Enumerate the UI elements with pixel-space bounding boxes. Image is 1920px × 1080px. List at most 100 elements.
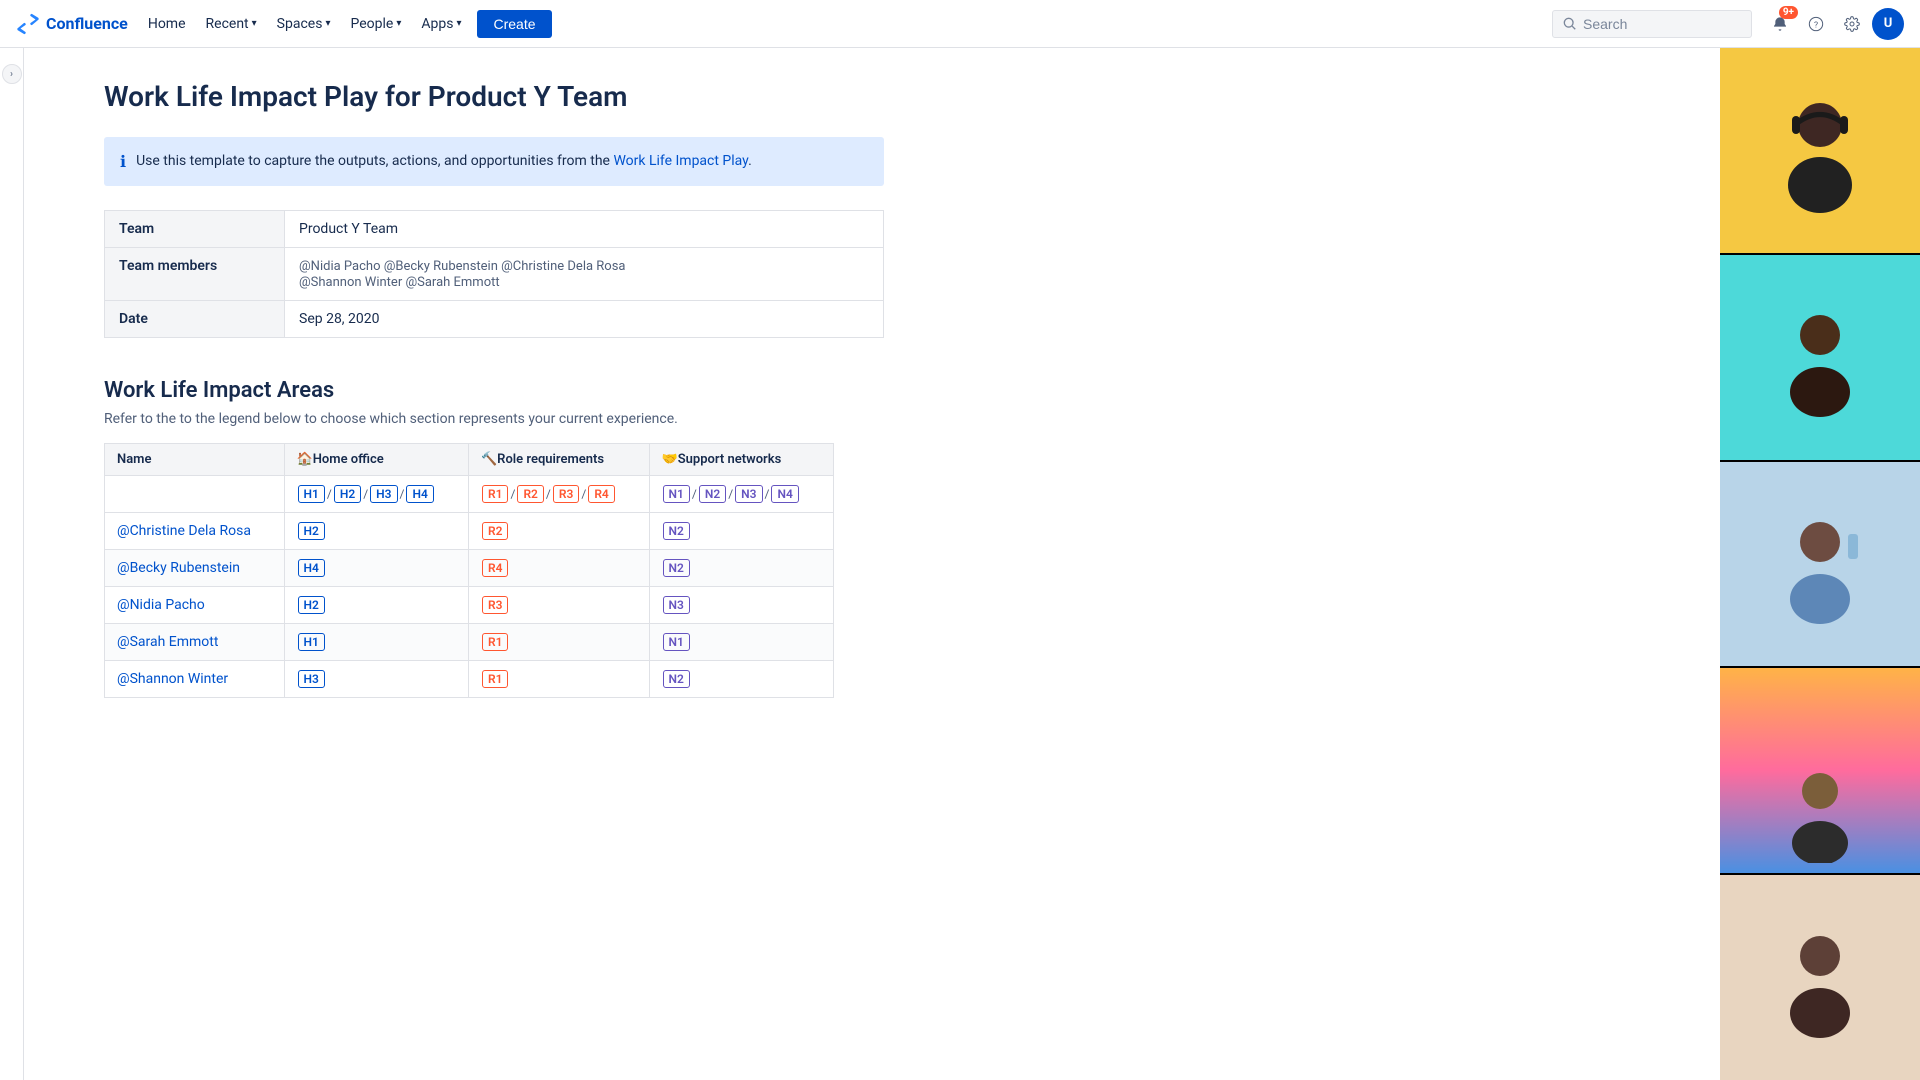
row-h: H3 bbox=[284, 661, 468, 698]
col-role: 🔨Role requirements bbox=[469, 444, 650, 476]
col-home: 🏠Home office bbox=[284, 444, 468, 476]
col-support: 🤝Support networks bbox=[649, 444, 833, 476]
chevron-down-icon: ▾ bbox=[325, 18, 330, 29]
meta-label-team: Team bbox=[105, 211, 285, 248]
person-4-figure bbox=[1760, 763, 1880, 863]
main-layout: › Work Life Impact Play for Product Y Te… bbox=[0, 48, 1920, 1080]
r-level-tag: R3 bbox=[553, 485, 579, 503]
info-icon: ℹ bbox=[120, 152, 126, 172]
impact-table: Name 🏠Home office 🔨Role requirements 🤝Su… bbox=[104, 443, 834, 698]
person-1-figure bbox=[1750, 80, 1890, 220]
r-levels: R1/R2/R3/R4 bbox=[469, 476, 650, 513]
impact-section-desc: Refer to the to the legend below to choo… bbox=[104, 411, 1640, 427]
r-level-tag: R4 bbox=[588, 485, 614, 503]
nav-apps[interactable]: Apps ▾ bbox=[413, 12, 469, 36]
table-row: @Shannon Winter H3 R1 N2 bbox=[105, 661, 834, 698]
meta-value-team: Product Y Team bbox=[285, 211, 884, 248]
row-h: H4 bbox=[284, 550, 468, 587]
help-button[interactable]: ? bbox=[1800, 8, 1832, 40]
page-title: Work Life Impact Play for Product Y Team bbox=[104, 80, 1640, 113]
h-level-tag: H3 bbox=[370, 485, 397, 503]
chevron-down-icon: ▾ bbox=[396, 18, 401, 29]
row-n: N3 bbox=[649, 587, 833, 624]
table-row: @Sarah Emmott H1 R1 N1 bbox=[105, 624, 834, 661]
search-input[interactable] bbox=[1583, 16, 1723, 32]
video-tile-4 bbox=[1720, 668, 1920, 875]
table-header-row: Name 🏠Home office 🔨Role requirements 🤝Su… bbox=[105, 444, 834, 476]
row-r: R4 bbox=[469, 550, 650, 587]
table-levels-row: H1/H2/H3/H4 R1/R2/R3/R4 N1/N2/N3/N4 bbox=[105, 476, 834, 513]
h-level-tag: H1 bbox=[298, 485, 325, 503]
row-name: @Nidia Pacho bbox=[105, 587, 285, 624]
nav-spaces[interactable]: Spaces ▾ bbox=[269, 12, 339, 36]
topnav-icons: 9+ ? U bbox=[1764, 8, 1904, 40]
video-panel bbox=[1720, 48, 1920, 1080]
h-level-tag: H2 bbox=[334, 485, 361, 503]
table-row: @Nidia Pacho H2 R3 N3 bbox=[105, 587, 834, 624]
r-level-tag: R1 bbox=[482, 485, 508, 503]
notification-count: 9+ bbox=[1779, 6, 1798, 19]
row-name: @Sarah Emmott bbox=[105, 624, 285, 661]
meta-label-date: Date bbox=[105, 301, 285, 338]
video-tile-3 bbox=[1720, 462, 1920, 669]
metadata-table: Team Product Y Team Team members @Nidia … bbox=[104, 210, 884, 338]
n-level-tag: N1 bbox=[663, 485, 690, 503]
impact-section-heading: Work Life Impact Areas bbox=[104, 378, 1640, 403]
row-h: H2 bbox=[284, 513, 468, 550]
meta-label-members: Team members bbox=[105, 248, 285, 301]
table-row: @Becky Rubenstein H4 R4 N2 bbox=[105, 550, 834, 587]
nav-home[interactable]: Home bbox=[140, 12, 194, 36]
person-2-figure bbox=[1760, 297, 1880, 417]
table-row: @Christine Dela Rosa H2 R2 N2 bbox=[105, 513, 834, 550]
row-h: H2 bbox=[284, 587, 468, 624]
row-r: R1 bbox=[469, 661, 650, 698]
user-avatar[interactable]: U bbox=[1872, 8, 1904, 40]
row-n: N2 bbox=[649, 550, 833, 587]
svg-text:?: ? bbox=[1814, 20, 1818, 30]
logo-text: Confluence bbox=[46, 14, 128, 33]
video-tile-5 bbox=[1720, 875, 1920, 1080]
gear-icon bbox=[1844, 16, 1860, 32]
col-name: Name bbox=[105, 444, 285, 476]
create-button[interactable]: Create bbox=[477, 10, 551, 38]
row-r: R3 bbox=[469, 587, 650, 624]
chevron-down-icon: ▾ bbox=[456, 18, 461, 29]
row-n: N1 bbox=[649, 624, 833, 661]
nav-recent[interactable]: Recent ▾ bbox=[198, 12, 265, 36]
meta-row-date: Date Sep 28, 2020 bbox=[105, 301, 884, 338]
notifications-button[interactable]: 9+ bbox=[1764, 8, 1796, 40]
info-text: Use this template to capture the outputs… bbox=[136, 151, 752, 172]
n-levels: N1/N2/N3/N4 bbox=[649, 476, 833, 513]
topnav: Confluence Home Recent ▾ Spaces ▾ People… bbox=[0, 0, 1920, 48]
info-box: ℹ Use this template to capture the outpu… bbox=[104, 137, 884, 186]
help-icon: ? bbox=[1808, 16, 1824, 32]
h-level-tag: H4 bbox=[406, 485, 433, 503]
search-bar[interactable] bbox=[1552, 10, 1752, 38]
row-name: @Becky Rubenstein bbox=[105, 550, 285, 587]
confluence-logo[interactable]: Confluence bbox=[16, 12, 128, 36]
person-3-figure bbox=[1760, 504, 1880, 624]
r-level-tag: R2 bbox=[517, 485, 543, 503]
content-area: Work Life Impact Play for Product Y Team… bbox=[24, 48, 1720, 1080]
row-name: @Shannon Winter bbox=[105, 661, 285, 698]
meta-row-team: Team Product Y Team bbox=[105, 211, 884, 248]
sidebar-toggle[interactable]: › bbox=[0, 48, 24, 1080]
row-r: R1 bbox=[469, 624, 650, 661]
person-5-figure bbox=[1760, 918, 1880, 1038]
sidebar-expand-button[interactable]: › bbox=[2, 64, 22, 84]
nav-people[interactable]: People ▾ bbox=[342, 12, 409, 36]
n-level-tag: N4 bbox=[771, 485, 798, 503]
row-h: H1 bbox=[284, 624, 468, 661]
settings-button[interactable] bbox=[1836, 8, 1868, 40]
video-tile-2 bbox=[1720, 255, 1920, 462]
n-level-tag: N2 bbox=[699, 485, 726, 503]
info-link[interactable]: Work Life Impact Play bbox=[613, 153, 748, 169]
n-level-tag: N3 bbox=[735, 485, 762, 503]
row-name: @Christine Dela Rosa bbox=[105, 513, 285, 550]
meta-value-date: Sep 28, 2020 bbox=[285, 301, 884, 338]
row-r: R2 bbox=[469, 513, 650, 550]
meta-row-members: Team members @Nidia Pacho @Becky Rubenst… bbox=[105, 248, 884, 301]
meta-value-members: @Nidia Pacho @Becky Rubenstein @Christin… bbox=[285, 248, 884, 301]
h-levels: H1/H2/H3/H4 bbox=[284, 476, 468, 513]
video-tile-1 bbox=[1720, 48, 1920, 255]
